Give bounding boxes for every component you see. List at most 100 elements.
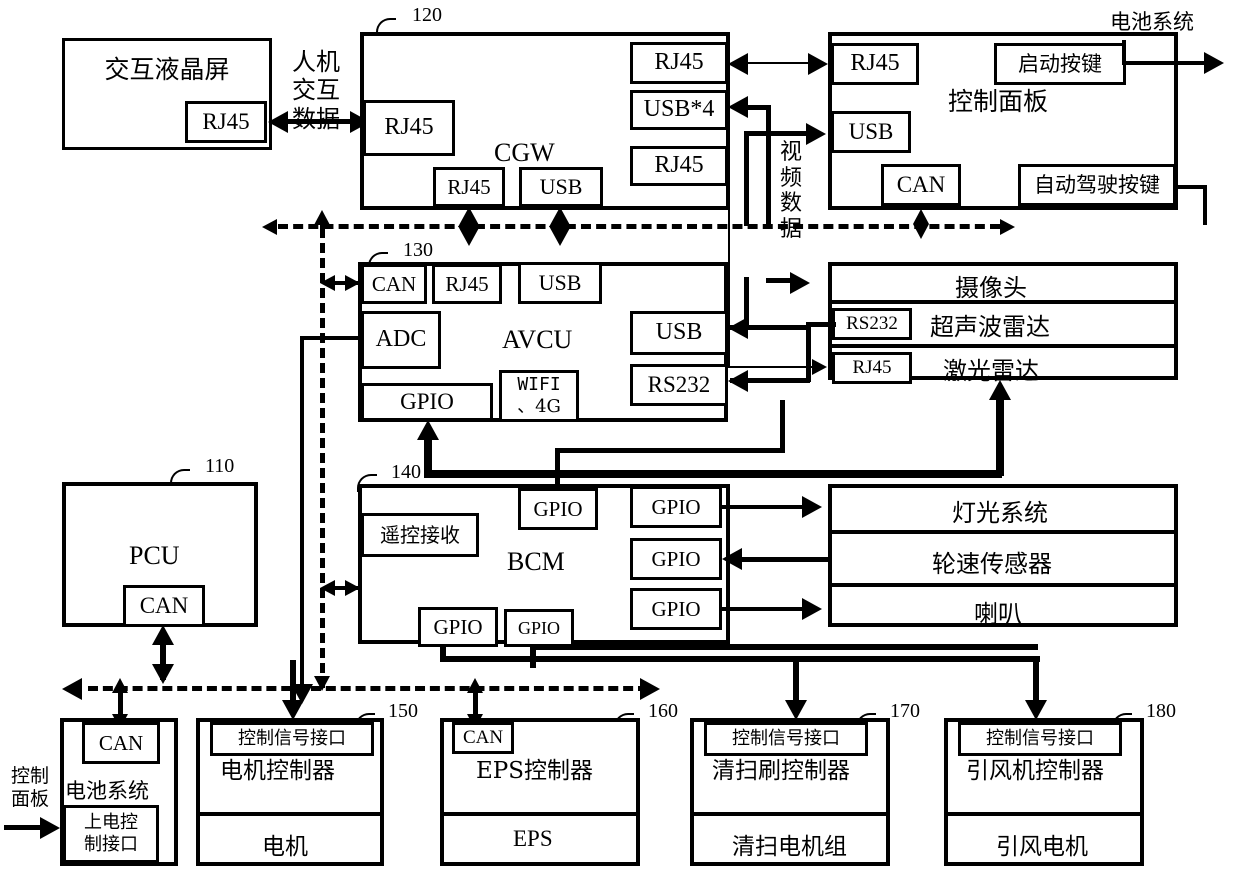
can-bus-vertical bbox=[320, 228, 325, 688]
port-avcu-can: CAN bbox=[361, 264, 427, 304]
port-cgw-rj45-left: RJ45 bbox=[363, 100, 455, 156]
button-start[interactable]: 启动按键 bbox=[994, 43, 1126, 85]
link-lidar-thin-h bbox=[728, 366, 814, 368]
arrowhead-panel-can-dn bbox=[913, 224, 929, 239]
block-cgw-title: CGW bbox=[494, 138, 555, 167]
port-lcd-rj45-label: RJ45 bbox=[202, 108, 250, 134]
arrowhead-eps-can-up bbox=[467, 678, 483, 693]
arrowhead-cgw-usb-bus-up bbox=[549, 207, 571, 227]
port-panel-usb-label: USB bbox=[848, 118, 894, 144]
body-divider-2 bbox=[828, 583, 1178, 587]
link-gpio-light bbox=[722, 505, 808, 509]
arrowhead-can-upper-right bbox=[1000, 219, 1015, 235]
fan-divider bbox=[944, 812, 1144, 816]
port-eps-can: CAN bbox=[452, 722, 514, 754]
arrowhead-avcu-usb-right bbox=[728, 317, 748, 339]
port-cgw-rj45-bottom: RJ45 bbox=[433, 167, 505, 207]
port-cgw-rj45-right-bottom-label: RJ45 bbox=[654, 152, 704, 179]
port-bcm-gpio-r3: GPIO bbox=[630, 588, 722, 630]
arrowhead-lidar-rj45 bbox=[812, 359, 827, 375]
arrowhead-can-lower-left bbox=[62, 678, 82, 700]
body-divider-1 bbox=[828, 530, 1178, 534]
port-brush-ctrl-signal-label: 控制信号接口 bbox=[732, 727, 840, 749]
arrowhead-avcu-rs232 bbox=[728, 370, 748, 392]
button-autodrive-label: 自动驾驶按键 bbox=[1034, 172, 1160, 197]
arrowhead-fan-ctrl bbox=[1025, 700, 1047, 720]
arrowhead-panel-usb bbox=[806, 123, 826, 145]
link-camera-in-h bbox=[766, 278, 794, 283]
port-avcu-wifi-label: WIFI bbox=[517, 373, 561, 395]
port-ultrasonic-rs232: RS232 bbox=[832, 308, 912, 340]
block-fan-controller-title: 引风机控制器 bbox=[966, 758, 1104, 784]
motor-divider bbox=[196, 812, 384, 816]
block-battery-system-title: 电池系统 bbox=[65, 779, 149, 803]
arrowhead-avcu-can-r bbox=[345, 275, 360, 291]
body-lighting-label: 灯光系统 bbox=[952, 499, 1048, 527]
link-gpio-horn bbox=[722, 607, 808, 611]
ref-110: 110 bbox=[205, 455, 235, 477]
arrowhead-cgw-usb-bus-dn bbox=[549, 226, 571, 246]
arrowhead-brush-ctrl bbox=[785, 700, 807, 720]
block-motor-actuator: 电机 bbox=[262, 834, 308, 860]
port-bcm-gpio-b1: GPIO bbox=[418, 607, 498, 647]
arrowhead-can-lower-right bbox=[640, 678, 660, 700]
port-cgw-usb4: USB*4 bbox=[630, 90, 728, 130]
block-brush-controller-title: 清扫刷控制器 bbox=[712, 758, 850, 784]
arrowhead-light bbox=[802, 496, 822, 518]
ref-160: 160 bbox=[648, 700, 678, 722]
port-pcu-can: CAN bbox=[123, 585, 205, 627]
block-control-panel-title: 控制面板 bbox=[948, 87, 1049, 116]
port-avcu-usb-right-label: USB bbox=[655, 319, 703, 346]
port-motor-ctrl-signal-label: 控制信号接口 bbox=[238, 727, 346, 749]
block-bcm-title: BCM bbox=[507, 547, 565, 576]
arrowhead-cgw-rj45-bus-up bbox=[458, 207, 480, 227]
arrowhead-cgw-rj45 bbox=[728, 53, 748, 75]
link-lcd-cgw bbox=[278, 119, 360, 124]
port-battery-can-label: CAN bbox=[98, 730, 144, 755]
button-start-label: 启动按键 bbox=[1018, 51, 1102, 76]
port-cgw-usb-bottom-label: USB bbox=[539, 174, 583, 200]
can-bus-upper bbox=[278, 224, 1000, 229]
ref-180: 180 bbox=[1146, 700, 1176, 722]
port-avcu-gpio: GPIO bbox=[361, 383, 493, 421]
port-fan-ctrl-signal-label: 控制信号接口 bbox=[986, 727, 1094, 749]
link-bcm-gpio-top-h bbox=[555, 448, 785, 453]
port-battery-power-on-l2: 制接口 bbox=[84, 834, 138, 855]
port-panel-usb: USB bbox=[831, 111, 911, 153]
block-motor-controller-title: 电机控制器 bbox=[220, 758, 335, 784]
arrowhead-cgw-usb4 bbox=[728, 96, 748, 118]
port-eps-can-label: CAN bbox=[462, 727, 504, 749]
port-brush-ctrl-signal: 控制信号接口 bbox=[704, 722, 868, 756]
block-brush-actuator: 清扫电机组 bbox=[732, 834, 847, 860]
port-avcu-rj45: RJ45 bbox=[432, 264, 502, 304]
diagram-canvas: 交互液晶屏 RJ45 人机 交互 数据 120 CGW RJ45 RJ45 US… bbox=[0, 0, 1240, 872]
port-panel-can: CAN bbox=[881, 164, 961, 206]
block-eps-controller-title: EPS控制器 bbox=[476, 758, 594, 784]
port-avcu-rj45-label: RJ45 bbox=[445, 271, 489, 296]
port-panel-rj45: RJ45 bbox=[831, 43, 919, 85]
link-panel-usb-v bbox=[766, 105, 771, 225]
button-autodrive[interactable]: 自动驾驶按键 bbox=[1018, 164, 1176, 206]
port-avcu-4g-label: 、4G bbox=[517, 396, 561, 417]
block-pcu-title: PCU bbox=[129, 541, 180, 570]
port-avcu-gpio-label: GPIO bbox=[400, 388, 454, 414]
body-wheelspeed-label: 轮速传感器 bbox=[932, 550, 1052, 578]
port-bcm-gpio-top-label: GPIO bbox=[533, 496, 583, 521]
arrowhead-pcu-can-up bbox=[152, 625, 174, 645]
sensor-camera-label: 摄像头 bbox=[955, 274, 1027, 302]
arrowhead-panel-can-up bbox=[913, 209, 929, 224]
port-bcm-gpio-r1: GPIO bbox=[630, 486, 722, 528]
port-ultrasonic-rs232-label: RS232 bbox=[846, 313, 898, 335]
ref-120: 120 bbox=[412, 4, 442, 26]
brush-divider bbox=[690, 812, 890, 816]
port-battery-can: CAN bbox=[82, 722, 160, 764]
arrowhead-cgw-rj45-bus-dn bbox=[458, 226, 480, 246]
port-cgw-rj45-right-top: RJ45 bbox=[630, 42, 728, 84]
arrowhead-avcu-gpio-up bbox=[417, 420, 439, 440]
port-avcu-usb-right: USB bbox=[630, 311, 728, 355]
body-horn-label: 喇叭 bbox=[974, 600, 1022, 628]
link-bcm-b2-h bbox=[530, 644, 1038, 650]
arrowhead-battery-can-up bbox=[112, 678, 128, 693]
link-rs232-v bbox=[806, 322, 811, 382]
block-avcu-title: AVCU bbox=[502, 325, 573, 354]
